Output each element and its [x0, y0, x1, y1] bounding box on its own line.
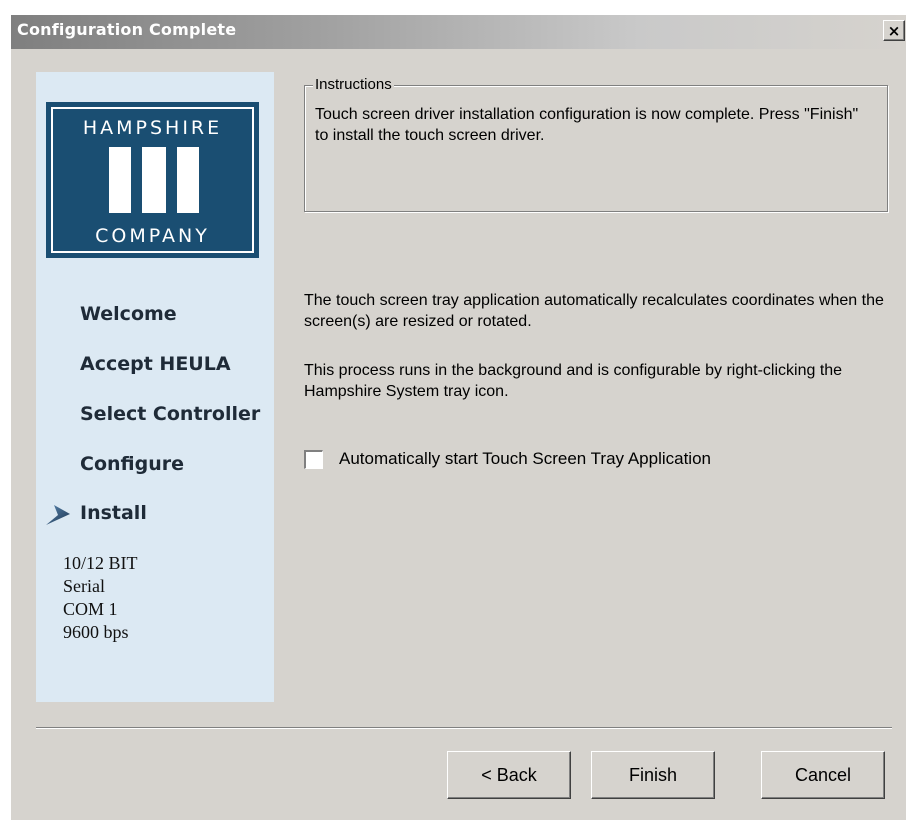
step-install: Install — [80, 502, 147, 524]
dialog-window: Configuration Complete × HAMPSHIRE COMPA… — [10, 14, 906, 820]
back-button[interactable]: < Back — [447, 751, 571, 799]
info-baud: 9600 bps — [63, 622, 129, 642]
close-button[interactable]: × — [883, 20, 905, 41]
logo-bottom-text: COMPANY — [95, 225, 210, 247]
hampshire-logo: HAMPSHIRE COMPANY — [46, 102, 259, 258]
info-interface: Serial — [63, 576, 105, 596]
step-welcome: Welcome — [80, 303, 177, 325]
auto-start-checkbox[interactable] — [304, 450, 323, 469]
cancel-button[interactable]: Cancel — [761, 751, 885, 799]
instructions-legend: Instructions — [313, 76, 394, 93]
button-divider — [36, 727, 892, 729]
title-bar[interactable]: Configuration Complete × — [11, 15, 906, 49]
tray-description: The touch screen tray application automa… — [304, 292, 884, 330]
current-step-arrow-icon — [46, 505, 70, 525]
finish-button[interactable]: Finish — [591, 751, 715, 799]
tray-config-description: This process runs in the background and … — [304, 362, 843, 400]
logo-h-mark — [109, 147, 199, 213]
wizard-sidebar: HAMPSHIRE COMPANY Welcome Accept HEULA S… — [36, 72, 274, 702]
info-port: COM 1 — [63, 599, 118, 619]
step-select-controller: Select Controller — [80, 403, 261, 425]
close-icon: × — [887, 21, 901, 40]
logo-top-text: HAMPSHIRE — [82, 117, 223, 139]
window-title: Configuration Complete — [17, 20, 237, 39]
step-accept-heula: Accept HEULA — [80, 353, 231, 375]
instructions-text: Touch screen driver installation configu… — [315, 106, 859, 144]
info-bit: 10/12 BIT — [63, 553, 138, 573]
auto-start-checkbox-label[interactable]: Automatically start Touch Screen Tray Ap… — [339, 449, 711, 469]
step-configure: Configure — [80, 453, 184, 475]
instructions-group: Instructions Touch screen driver install… — [304, 76, 888, 212]
